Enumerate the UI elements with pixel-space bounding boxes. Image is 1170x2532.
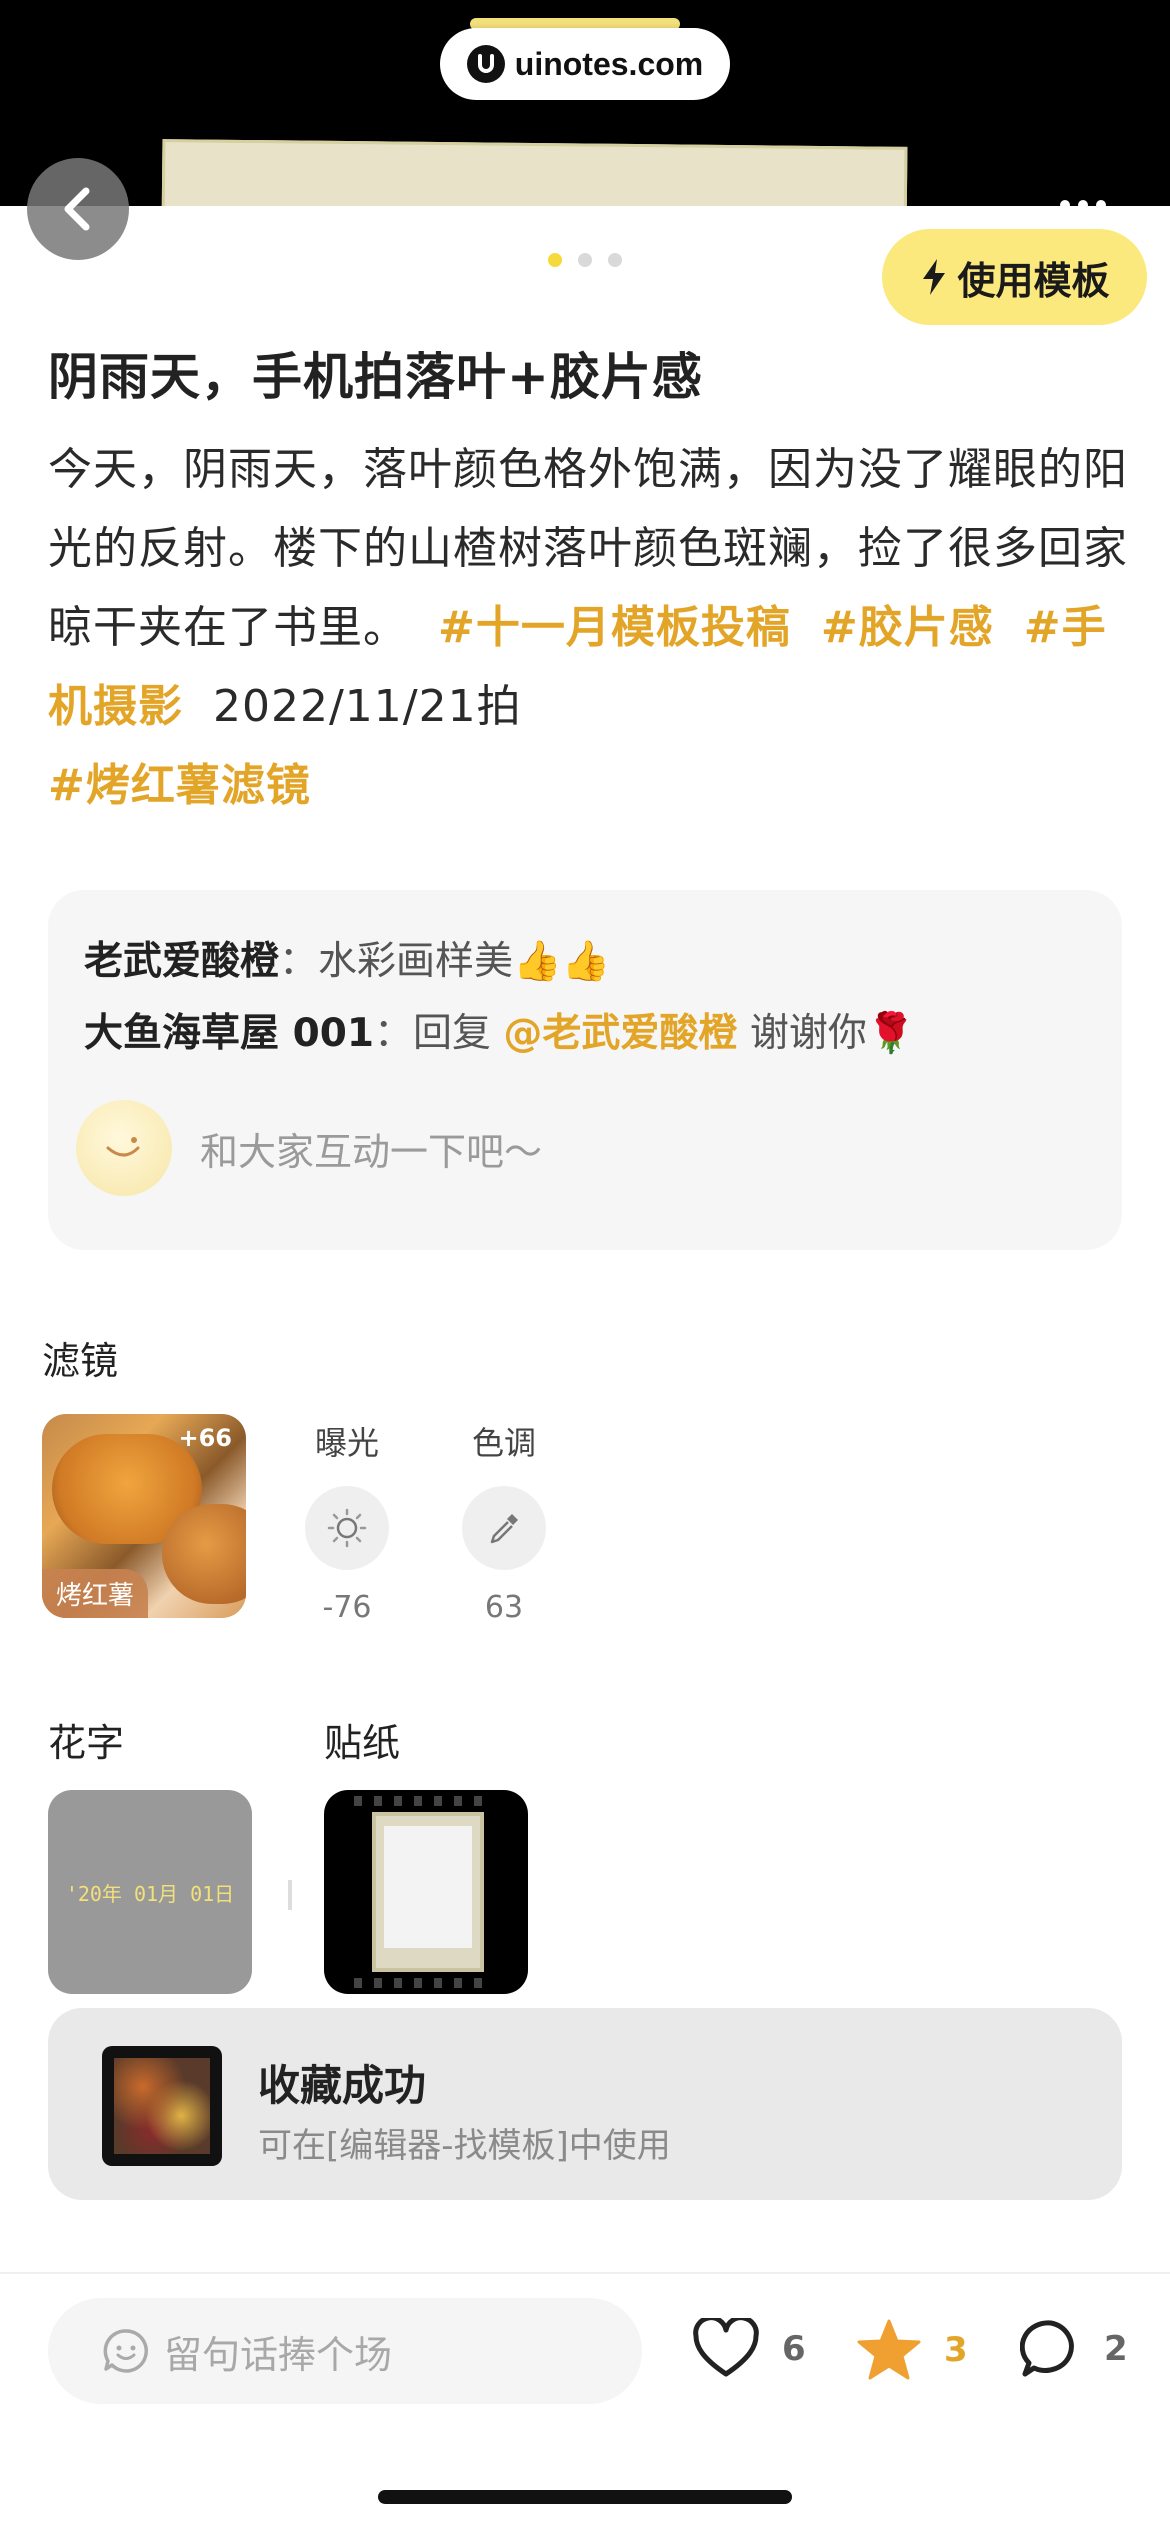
hero-photo-card <box>161 139 908 206</box>
huazi-thumbnail[interactable]: '20年 01月 01日 <box>48 1790 252 1994</box>
hero-image[interactable]: uinotes.com <box>0 0 1170 206</box>
filter-thumbnail[interactable]: +66 烤红薯 <box>42 1414 246 1618</box>
huazi-sample-text: '20年 01月 01日 <box>65 1881 235 1906</box>
favorite-count: 3 <box>944 2330 968 2370</box>
comment-separator: ： <box>374 1011 414 1056</box>
post-title: 阴雨天，手机拍落叶+胶片感 <box>48 348 703 406</box>
sticker-frame <box>372 1812 484 1972</box>
filter-preview-image <box>162 1504 246 1604</box>
adjustment-label: 色调 <box>471 1424 536 1462</box>
filter-section-label: 滤镜 <box>42 1339 119 1383</box>
comment-button[interactable]: 2 <box>1020 2318 1128 2380</box>
heart-icon <box>693 2318 759 2377</box>
toast-subtitle: 可在[编辑器-找模板]中使用 <box>258 2126 671 2166</box>
chat-smile-icon <box>103 2329 149 2373</box>
adjustment-label: 曝光 <box>314 1424 379 1462</box>
back-button[interactable] <box>27 158 129 260</box>
star-icon <box>857 2319 921 2380</box>
hashtag-link[interactable]: #胶片感 <box>821 602 994 653</box>
toast-thumbnail <box>102 2046 222 2166</box>
uinotes-logo-icon <box>466 45 505 83</box>
comment-input-placeholder: 留句话捧个场 <box>164 2332 393 2377</box>
speech-bubble-icon <box>1020 2320 1074 2377</box>
favorite-success-toast[interactable]: 收藏成功 可在[编辑器-找模板]中使用 <box>48 2008 1122 2200</box>
sticker-thumbnail[interactable] <box>324 1790 528 1994</box>
filter-more-badge: +66 <box>178 1424 232 1452</box>
smiley-avatar-icon <box>76 1100 172 1196</box>
pager-dot <box>578 253 592 267</box>
comment-mention[interactable]: @老武爱酸橙 <box>503 1011 737 1056</box>
post-date: 2022/11/21拍 <box>212 681 522 732</box>
lightning-icon <box>923 259 946 295</box>
favorite-button[interactable]: 3 <box>856 2318 968 2382</box>
adjustment-exposure[interactable]: 曝光 -76 <box>302 1418 392 1625</box>
adjustment-tone[interactable]: 色调 63 <box>459 1418 549 1625</box>
comment-item[interactable]: 老武爱酸橙：水彩画样美👍👍 <box>84 930 610 986</box>
comment-author[interactable]: 大鱼海草屋 001 <box>84 1011 374 1056</box>
hashtag-link[interactable]: #烤红薯滤镜 <box>48 760 311 811</box>
like-count: 6 <box>782 2329 806 2369</box>
eyedropper-icon <box>462 1486 546 1570</box>
use-template-label: 使用模板 <box>957 258 1110 303</box>
pager-dot <box>608 253 622 267</box>
pager-dot-active <box>548 253 562 267</box>
post-body: 今天，阴雨天，落叶颜色格外饱满，因为没了耀眼的阳光的反射。楼下的山楂树落叶颜色斑… <box>48 430 1128 825</box>
comment-text: 水彩画样美👍👍 <box>318 939 611 984</box>
comment-author[interactable]: 老武爱酸橙 <box>84 939 279 984</box>
sticker-section-label: 贴纸 <box>324 1721 401 1765</box>
comment-count: 2 <box>1104 2329 1128 2369</box>
comment-item[interactable]: 大鱼海草屋 001：回复 @老武爱酸橙 谢谢你🌹 <box>84 1002 915 1058</box>
like-button[interactable]: 6 <box>692 2318 806 2380</box>
hashtag-link[interactable]: #十一月模板投稿 <box>438 602 791 653</box>
reply-prefix: 回复 <box>413 1011 504 1056</box>
comment-prompt-placeholder: 和大家互动一下吧～ <box>200 1129 543 1174</box>
filter-name: 烤红薯 <box>42 1569 149 1618</box>
adjustment-value: 63 <box>484 1590 524 1625</box>
comment-input[interactable]: 留句话捧个场 <box>48 2298 642 2404</box>
comment-text: 谢谢你🌹 <box>737 1011 916 1056</box>
bottom-bar-divider <box>0 2272 1170 2274</box>
huazi-section-label: 花字 <box>48 1721 125 1765</box>
more-options-icon[interactable] <box>1060 200 1106 210</box>
home-indicator[interactable] <box>378 2490 792 2504</box>
adjustment-value: -76 <box>322 1590 372 1625</box>
divider <box>288 1880 292 1910</box>
comment-separator: ： <box>279 939 319 984</box>
toast-title: 收藏成功 <box>258 2061 427 2110</box>
comment-prompt[interactable]: 和大家互动一下吧～ <box>76 1100 542 1196</box>
sun-icon <box>305 1486 389 1570</box>
watermark-badge: uinotes.com <box>440 28 730 100</box>
watermark-text: uinotes.com <box>514 45 704 82</box>
chevron-left-icon <box>64 187 90 231</box>
image-pager <box>548 253 622 267</box>
use-template-button[interactable]: 使用模板 <box>882 229 1147 325</box>
comments-preview[interactable]: 老武爱酸橙：水彩画样美👍👍 大鱼海草屋 001：回复 @老武爱酸橙 谢谢你🌹 和… <box>48 890 1122 1250</box>
